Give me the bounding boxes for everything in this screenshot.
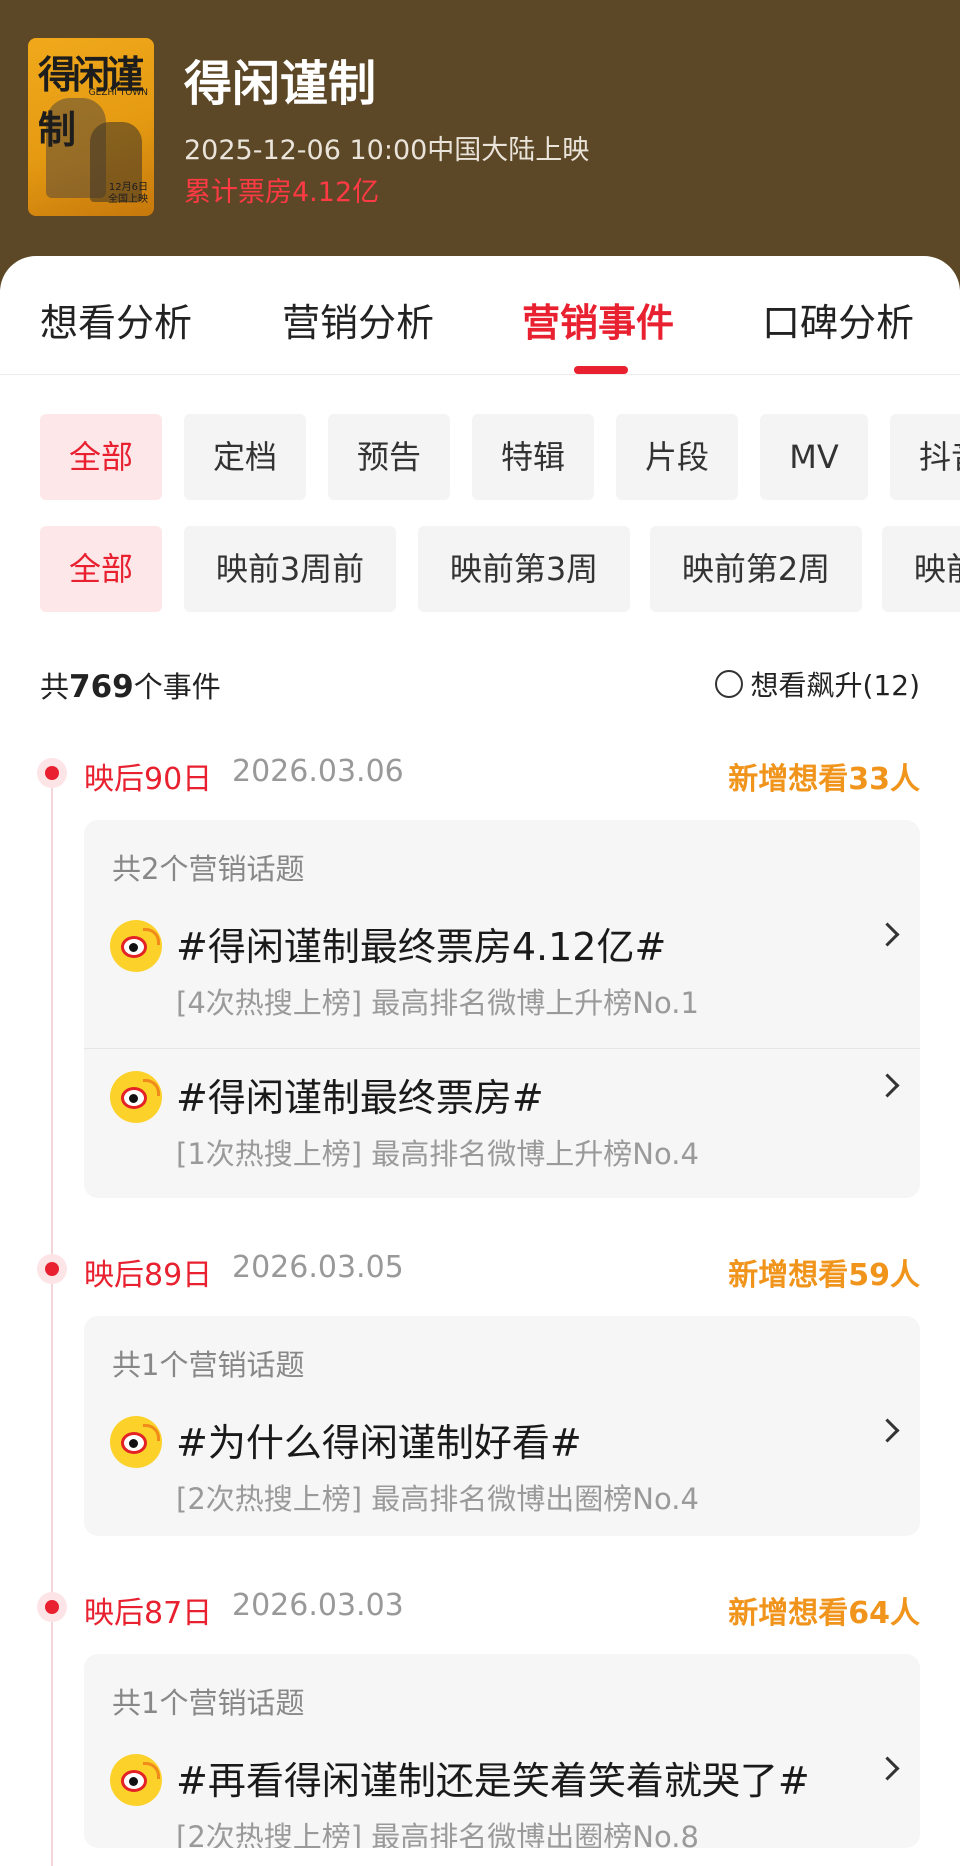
chevron-right-icon xyxy=(875,1756,900,1781)
weibo-icon xyxy=(110,920,162,972)
topic-title: #为什么得闲谨制好看# xyxy=(176,1421,582,1465)
movie-poster[interactable]: 得闲谨制 GEZHI TOWN 12月6日 全国上映 xyxy=(28,38,154,216)
time-filter-week-1[interactable]: 映前第1周 xyxy=(882,526,960,612)
poster-date-line: 12月6日 xyxy=(108,182,148,193)
topic-title: #再看得闲谨制还是笑着笑着就哭了# xyxy=(176,1759,810,1803)
radio-icon[interactable] xyxy=(714,670,743,698)
chevron-right-icon xyxy=(875,1073,900,1098)
type-filter-schedule[interactable]: 定档 xyxy=(184,414,306,500)
event-card: 共2个营销话题 #得闲谨制最终票房4.12亿# [4次热搜上榜] 最高排名微博上… xyxy=(84,820,920,1198)
active-tab-indicator xyxy=(574,366,628,374)
poster-date-line: 全国上映 xyxy=(108,194,148,205)
timeline-dot-icon xyxy=(37,1592,67,1622)
topic-meta: [1次热搜上榜] 最高排名微博上升榜No.4 xyxy=(176,1137,699,1171)
event-header: 映后90日 2026.03.06 新增想看33人 xyxy=(0,752,960,797)
topic-item[interactable]: #得闲谨制最终票房4.12亿# [4次热搜上榜] 最高排名微博上升榜No.1 xyxy=(84,898,920,1048)
type-filter-mv[interactable]: MV xyxy=(760,414,868,500)
want-surge-filter[interactable]: 想看飙升(12) xyxy=(714,664,920,704)
time-filter-week-2[interactable]: 映前第2周 xyxy=(650,526,862,612)
topic-item[interactable]: #为什么得闲谨制好看# [2次热搜上榜] 最高排名微博出圈榜No.4 xyxy=(84,1394,920,1536)
weibo-icon xyxy=(110,1416,162,1468)
timeline-dot-icon xyxy=(37,1254,67,1284)
weibo-icon xyxy=(110,1754,162,1806)
want-gain: 新增想看59人 xyxy=(728,1258,920,1293)
topic-count: 共1个营销话题 xyxy=(112,1348,305,1382)
topic-count: 共2个营销话题 xyxy=(112,852,305,886)
tab-word-of-mouth[interactable]: 口碑分析 xyxy=(762,292,914,347)
type-filter-featurette[interactable]: 特辑 xyxy=(472,414,594,500)
type-filter-all[interactable]: 全部 xyxy=(40,414,162,500)
topic-meta: [2次热搜上榜] 最高排名微博出圈榜No.8 xyxy=(176,1820,699,1848)
event-count: 769 xyxy=(69,669,134,705)
want-surge-label: 想看飙升(12) xyxy=(750,669,920,702)
topic-item[interactable]: #得闲谨制最终票房# [1次热搜上榜] 最高排名微博上升榜No.4 xyxy=(84,1048,920,1198)
time-filter-3-weeks-before[interactable]: 映前3周前 xyxy=(184,526,396,612)
type-filter-row: 全部 定档 预告 特辑 片段 MV 抖音 xyxy=(40,414,960,500)
tab-marketing-analysis[interactable]: 营销分析 xyxy=(282,292,434,347)
timeline-line xyxy=(51,766,53,1866)
poster-title: 得闲谨制 xyxy=(38,52,144,152)
content-sheet: 想看分析 营销分析 营销事件 口碑分析 全部 定档 预告 特辑 片段 MV 抖音… xyxy=(0,256,960,1866)
type-filter-clip[interactable]: 片段 xyxy=(616,414,738,500)
poster-subtitle: GEZHI TOWN xyxy=(88,88,148,98)
film-title: 得闲谨制 xyxy=(184,56,377,112)
release-info: 2025-12-06 10:00中国大陆上映 xyxy=(184,135,590,166)
event-day: 映后90日 xyxy=(84,762,213,797)
time-filter-row: 全部 映前3周前 映前第3周 映前第2周 映前第1周 xyxy=(40,526,960,612)
event-header: 映后89日 2026.03.05 新增想看59人 xyxy=(0,1248,960,1293)
summary-prefix: 共 xyxy=(40,670,70,704)
topic-title: #得闲谨制最终票房4.12亿# xyxy=(176,925,667,969)
chevron-right-icon xyxy=(875,922,900,947)
event-card: 共1个营销话题 #再看得闲谨制还是笑着笑着就哭了# [2次热搜上榜] 最高排名微… xyxy=(84,1654,920,1848)
topic-count: 共1个营销话题 xyxy=(112,1686,305,1720)
type-filter-trailer[interactable]: 预告 xyxy=(328,414,450,500)
chevron-right-icon xyxy=(875,1418,900,1443)
topic-meta: [4次热搜上榜] 最高排名微博上升榜No.1 xyxy=(176,986,699,1020)
timeline-dot-icon xyxy=(37,758,67,788)
topic-title: #得闲谨制最终票房# xyxy=(176,1076,544,1120)
summary-suffix: 个事件 xyxy=(133,670,221,704)
analysis-tabs: 想看分析 营销分析 营销事件 口碑分析 xyxy=(0,256,960,375)
tab-want-analysis[interactable]: 想看分析 xyxy=(40,292,192,347)
movie-header: 得闲谨制 GEZHI TOWN 12月6日 全国上映 得闲谨制 2025-12-… xyxy=(0,0,960,290)
tab-marketing-events[interactable]: 营销事件 xyxy=(522,292,674,347)
event-date: 2026.03.03 xyxy=(232,1588,404,1623)
want-gain: 新增想看33人 xyxy=(728,762,920,797)
event-day: 映后87日 xyxy=(84,1596,213,1631)
event-day: 映后89日 xyxy=(84,1258,213,1293)
event-date: 2026.03.06 xyxy=(232,754,404,789)
box-office-total: 累计票房4.12亿 xyxy=(184,177,380,208)
time-filter-all[interactable]: 全部 xyxy=(40,526,162,612)
topic-meta: [2次热搜上榜] 最高排名微博出圈榜No.4 xyxy=(176,1482,699,1516)
time-filter-week-3[interactable]: 映前第3周 xyxy=(418,526,630,612)
want-gain: 新增想看64人 xyxy=(728,1596,920,1631)
poster-date: 12月6日 全国上映 xyxy=(108,182,148,206)
event-count-summary: 共769个事件 xyxy=(40,664,221,706)
type-filter-douyin[interactable]: 抖音 xyxy=(890,414,960,500)
weibo-icon xyxy=(110,1071,162,1123)
event-date: 2026.03.05 xyxy=(232,1250,404,1285)
topic-item[interactable]: #再看得闲谨制还是笑着笑着就哭了# [2次热搜上榜] 最高排名微博出圈榜No.8 xyxy=(84,1732,920,1848)
event-header: 映后87日 2026.03.03 新增想看64人 xyxy=(0,1586,960,1631)
event-card: 共1个营销话题 #为什么得闲谨制好看# [2次热搜上榜] 最高排名微博出圈榜No… xyxy=(84,1316,920,1536)
